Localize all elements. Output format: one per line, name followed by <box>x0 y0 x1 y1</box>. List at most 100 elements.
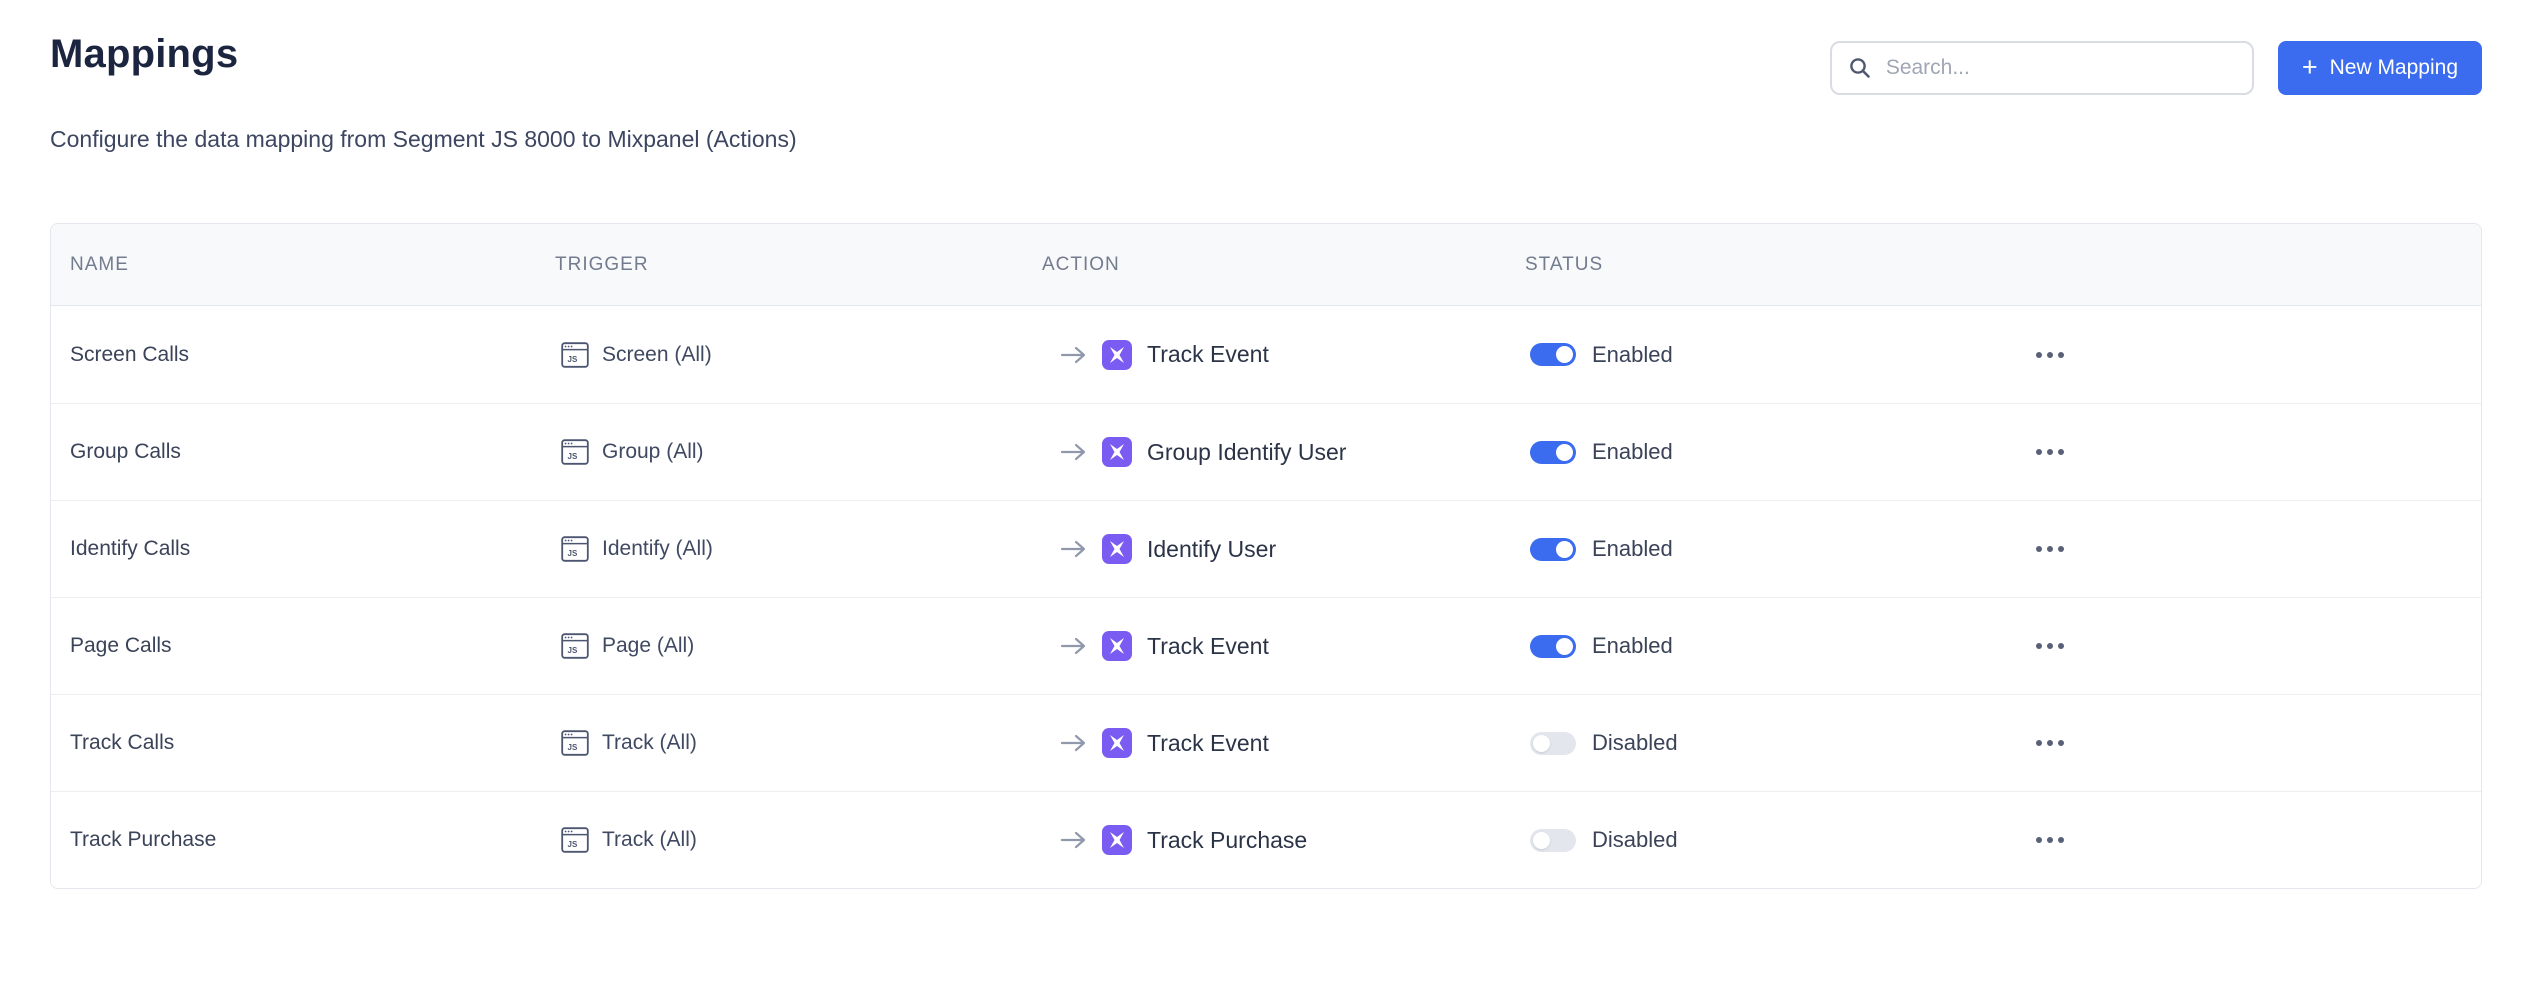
kebab-menu-icon[interactable] <box>2030 540 2070 558</box>
mixpanel-icon <box>1102 825 1132 855</box>
column-header-status: STATUS <box>1525 254 1990 276</box>
column-header-trigger: TRIGGER <box>555 254 1042 276</box>
table-row: Page Calls JS Page (All) Track Even <box>51 597 2481 694</box>
action-label: Identify User <box>1147 536 1276 563</box>
kebab-menu-icon[interactable] <box>2030 734 2070 752</box>
new-mapping-button[interactable]: + New Mapping <box>2278 41 2482 95</box>
arrow-right-icon <box>1060 733 1087 753</box>
js-source-icon: JS <box>561 633 589 659</box>
page-subtitle: Configure the data mapping from Segment … <box>50 125 2482 153</box>
js-source-icon: JS <box>561 730 589 756</box>
status-toggle[interactable] <box>1530 441 1576 464</box>
kebab-menu-icon[interactable] <box>2030 831 2070 849</box>
search-box[interactable] <box>1830 41 2254 95</box>
action-label: Group Identify User <box>1147 439 1346 466</box>
trigger-cell: JS Identify (All) <box>555 536 1042 562</box>
status-label: Disabled <box>1592 730 1678 756</box>
action-label: Track Event <box>1147 341 1269 368</box>
mapping-name: Group Calls <box>70 440 181 464</box>
action-cell: Group Identify User <box>1042 437 1525 467</box>
trigger-label: Track (All) <box>602 828 697 852</box>
action-label: Track Event <box>1147 633 1269 660</box>
trigger-cell: JS Group (All) <box>555 439 1042 465</box>
mixpanel-icon <box>1102 728 1132 758</box>
menu-cell <box>1990 831 2481 849</box>
mixpanel-icon <box>1102 437 1132 467</box>
svg-text:JS: JS <box>568 549 578 558</box>
status-toggle[interactable] <box>1530 343 1576 366</box>
mapping-name: Identify Calls <box>70 537 190 561</box>
action-label: Track Event <box>1147 730 1269 757</box>
trigger-label: Track (All) <box>602 731 697 755</box>
menu-cell <box>1990 637 2481 655</box>
table-body: Screen Calls JS Screen (All) Track <box>51 306 2481 888</box>
status-cell: Enabled <box>1525 536 1990 562</box>
name-cell: Page Calls <box>51 634 555 658</box>
status-label: Enabled <box>1592 439 1673 465</box>
status-label: Enabled <box>1592 342 1673 368</box>
action-cell: Track Event <box>1042 728 1525 758</box>
mappings-table: NAME TRIGGER ACTION STATUS Screen Calls … <box>50 223 2482 889</box>
mixpanel-icon <box>1102 340 1132 370</box>
svg-text:JS: JS <box>568 452 578 461</box>
table-header-row: NAME TRIGGER ACTION STATUS <box>51 224 2481 306</box>
status-toggle[interactable] <box>1530 635 1576 658</box>
status-toggle[interactable] <box>1530 732 1576 755</box>
page-title: Mappings <box>50 30 238 78</box>
table-row: Track Calls JS Track (All) Track Ev <box>51 694 2481 791</box>
trigger-label: Page (All) <box>602 634 694 658</box>
status-cell: Disabled <box>1525 730 1990 756</box>
trigger-label: Identify (All) <box>602 537 713 561</box>
name-cell: Track Purchase <box>51 828 555 852</box>
status-cell: Disabled <box>1525 827 1990 853</box>
column-header-action: ACTION <box>1042 254 1525 276</box>
table-row: Group Calls JS Group (All) Group Id <box>51 403 2481 500</box>
status-toggle[interactable] <box>1530 829 1576 852</box>
toggle-knob <box>1556 444 1573 461</box>
arrow-right-icon <box>1060 636 1087 656</box>
action-cell: Identify User <box>1042 534 1525 564</box>
search-icon <box>1848 56 1872 80</box>
js-source-icon: JS <box>561 827 589 853</box>
name-cell: Track Calls <box>51 731 555 755</box>
menu-cell <box>1990 734 2481 752</box>
mapping-name: Screen Calls <box>70 343 189 367</box>
svg-text:JS: JS <box>568 646 578 655</box>
action-cell: Track Purchase <box>1042 825 1525 855</box>
arrow-right-icon <box>1060 442 1087 462</box>
page-header: Mappings + New Mapping <box>0 0 2532 95</box>
arrow-right-icon <box>1060 830 1087 850</box>
search-input[interactable] <box>1886 56 2236 80</box>
table-row: Track Purchase JS Track (All) Track <box>51 791 2481 888</box>
svg-text:JS: JS <box>568 355 578 364</box>
svg-text:JS: JS <box>568 840 578 849</box>
status-cell: Enabled <box>1525 342 1990 368</box>
status-label: Enabled <box>1592 536 1673 562</box>
status-label: Disabled <box>1592 827 1678 853</box>
table-row: Screen Calls JS Screen (All) Track <box>51 306 2481 403</box>
trigger-label: Screen (All) <box>602 343 712 367</box>
status-toggle[interactable] <box>1530 538 1576 561</box>
toggle-knob <box>1556 346 1573 363</box>
mapping-name: Track Purchase <box>70 828 216 852</box>
toggle-knob <box>1556 638 1573 655</box>
menu-cell <box>1990 540 2481 558</box>
arrow-right-icon <box>1060 345 1087 365</box>
mapping-name: Page Calls <box>70 634 172 658</box>
name-cell: Identify Calls <box>51 537 555 561</box>
kebab-menu-icon[interactable] <box>2030 443 2070 461</box>
kebab-menu-icon[interactable] <box>2030 637 2070 655</box>
js-source-icon: JS <box>561 439 589 465</box>
arrow-right-icon <box>1060 539 1087 559</box>
menu-cell <box>1990 346 2481 364</box>
column-header-name: NAME <box>51 254 555 276</box>
table-row: Identify Calls JS Identify (All) Id <box>51 500 2481 597</box>
toggle-knob <box>1533 735 1550 752</box>
trigger-cell: JS Screen (All) <box>555 342 1042 368</box>
kebab-menu-icon[interactable] <box>2030 346 2070 364</box>
trigger-label: Group (All) <box>602 440 704 464</box>
plus-icon: + <box>2302 54 2318 81</box>
action-label: Track Purchase <box>1147 827 1307 854</box>
mapping-name: Track Calls <box>70 731 174 755</box>
name-cell: Group Calls <box>51 440 555 464</box>
